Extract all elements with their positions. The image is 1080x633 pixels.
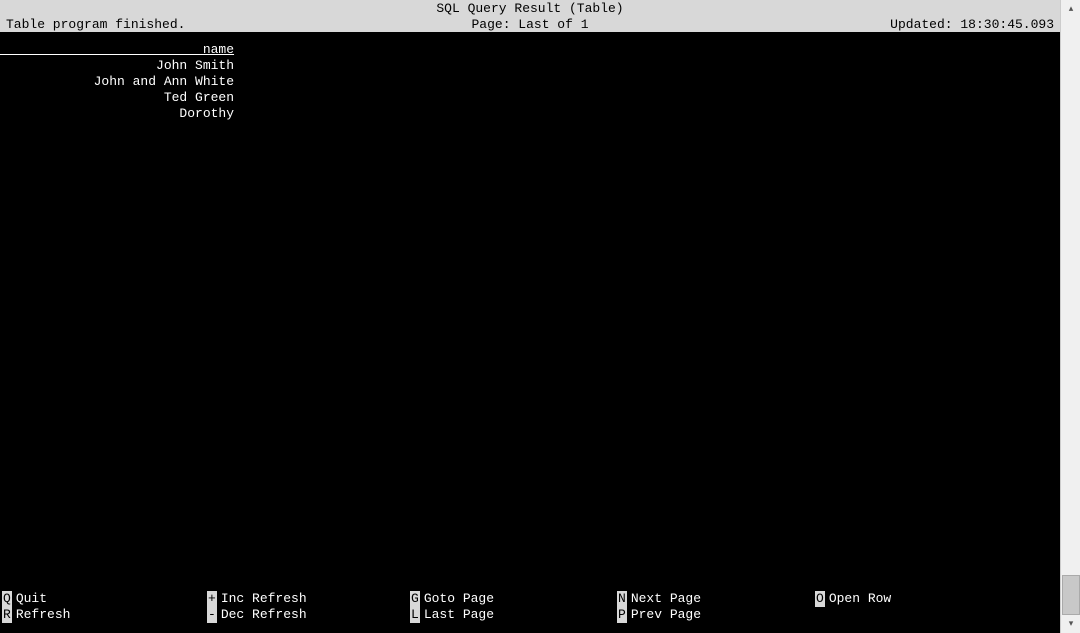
key-badge: N (617, 591, 627, 607)
scroll-thumb[interactable] (1062, 575, 1080, 615)
shortcut-label: Open Row (829, 591, 891, 607)
footer-row-1: Q Quit + Inc Refresh G Goto Page N Next … (0, 591, 1060, 607)
terminal-window: SQL Query Result (Table) Table program f… (0, 0, 1060, 633)
shortcut-quit[interactable]: Q Quit (2, 591, 47, 607)
shortcut-inc-refresh[interactable]: + Inc Refresh (207, 591, 307, 607)
table-row[interactable]: Ted Green (0, 90, 1060, 106)
shortcut-refresh[interactable]: R Refresh (2, 607, 70, 623)
title-bar: SQL Query Result (Table) (0, 0, 1060, 16)
key-badge: L (410, 607, 420, 623)
key-badge: G (410, 591, 420, 607)
key-badge: - (207, 607, 217, 623)
shortcut-prev-page[interactable]: P Prev Page (617, 607, 701, 623)
status-right: Updated: 18:30:45.093 (890, 17, 1054, 32)
shortcut-label: Refresh (16, 607, 71, 623)
shortcut-label: Dec Refresh (221, 607, 307, 623)
shortcut-label: Next Page (631, 591, 701, 607)
shortcut-label: Inc Refresh (221, 591, 307, 607)
shortcut-label: Last Page (424, 607, 494, 623)
window-title: SQL Query Result (Table) (436, 1, 623, 16)
status-bar: Table program finished. Page: Last of 1 … (0, 16, 1060, 32)
scroll-up-icon[interactable]: ▴ (1061, 0, 1080, 18)
shortcut-open-row[interactable]: O Open Row (815, 591, 891, 607)
column-header-name: name (0, 42, 1060, 58)
shortcut-label: Goto Page (424, 591, 494, 607)
key-badge: O (815, 591, 825, 607)
vertical-scrollbar[interactable]: ▴ ▾ (1060, 0, 1080, 633)
shortcut-label: Prev Page (631, 607, 701, 623)
table-row[interactable]: John Smith (0, 58, 1060, 74)
table-row[interactable]: John and Ann White (0, 74, 1060, 90)
status-left: Table program finished. (6, 17, 185, 32)
key-badge: + (207, 591, 217, 607)
footer-shortcuts: Q Quit + Inc Refresh G Goto Page N Next … (0, 591, 1060, 623)
shortcut-goto-page[interactable]: G Goto Page (410, 591, 494, 607)
key-badge: P (617, 607, 627, 623)
table-row[interactable]: Dorothy (0, 106, 1060, 122)
shortcut-label: Quit (16, 591, 47, 607)
result-content: name John Smith John and Ann White Ted G… (0, 32, 1060, 122)
key-badge: R (2, 607, 12, 623)
shortcut-last-page[interactable]: L Last Page (410, 607, 494, 623)
footer-row-2: R Refresh - Dec Refresh L Last Page P Pr… (0, 607, 1060, 623)
scroll-down-icon[interactable]: ▾ (1061, 615, 1080, 633)
shortcut-next-page[interactable]: N Next Page (617, 591, 701, 607)
key-badge: Q (2, 591, 12, 607)
shortcut-dec-refresh[interactable]: - Dec Refresh (207, 607, 307, 623)
